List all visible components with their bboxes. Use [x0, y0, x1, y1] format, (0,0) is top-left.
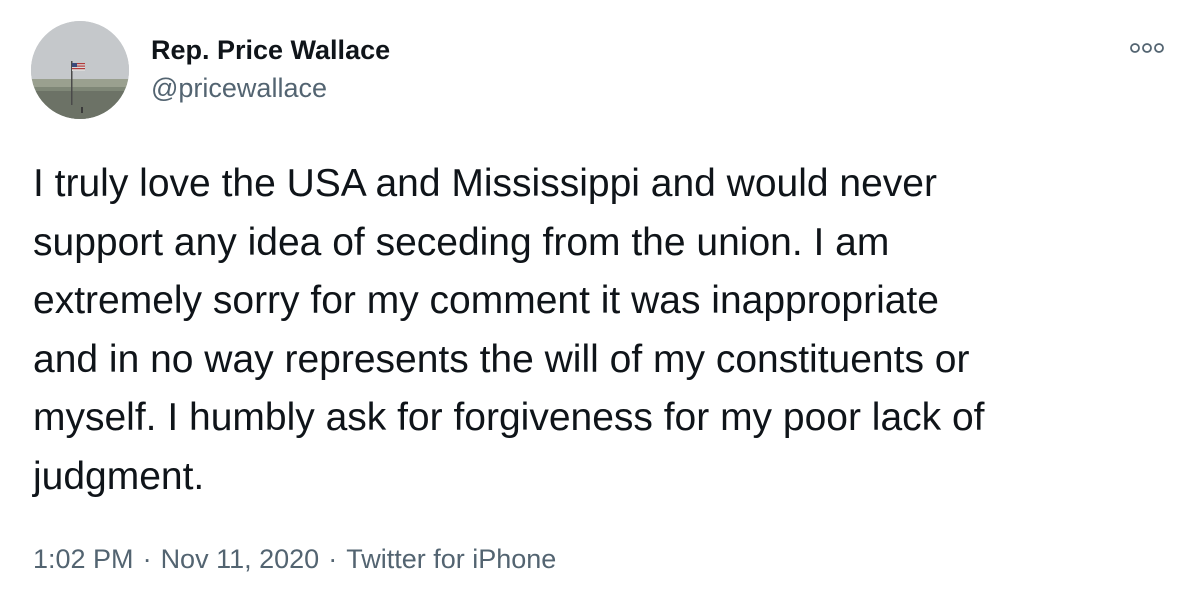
avatar-photo [31, 21, 129, 119]
tweet-card: Rep. Price Wallace @pricewallace I truly… [0, 0, 1192, 604]
tweet-text-line: myself. I humbly ask for forgiveness for… [33, 396, 985, 439]
author-handle[interactable]: @pricewallace [151, 72, 327, 104]
more-options-icon [1130, 43, 1164, 53]
more-options-button[interactable] [1128, 36, 1168, 60]
tweet-text-line: judgment. [33, 454, 205, 498]
tweet-meta: 1:02 PM · Nov 11, 2020 · Twitter for iPhone [33, 542, 556, 576]
tweet-date[interactable]: Nov 11, 2020 [161, 544, 320, 574]
meta-separator: · [328, 544, 338, 574]
tweet-text-line: and in no way represents the will of my … [33, 337, 970, 381]
tweet-source[interactable]: Twitter for iPhone [346, 544, 556, 574]
tweet-text-line: extremely sorry for my comment it was in… [33, 279, 939, 322]
author-display-name[interactable]: Rep. Price Wallace [151, 34, 390, 66]
tweet-text-line: support any idea of seceding from the un… [33, 220, 890, 264]
tweet-text: I truly love the USA and Mississippi and… [33, 155, 1173, 506]
avatar[interactable] [31, 21, 129, 119]
tweet-time[interactable]: 1:02 PM [33, 544, 134, 574]
meta-separator: · [142, 544, 152, 574]
tweet-text-line: I truly love the USA and Mississippi and… [33, 162, 937, 205]
